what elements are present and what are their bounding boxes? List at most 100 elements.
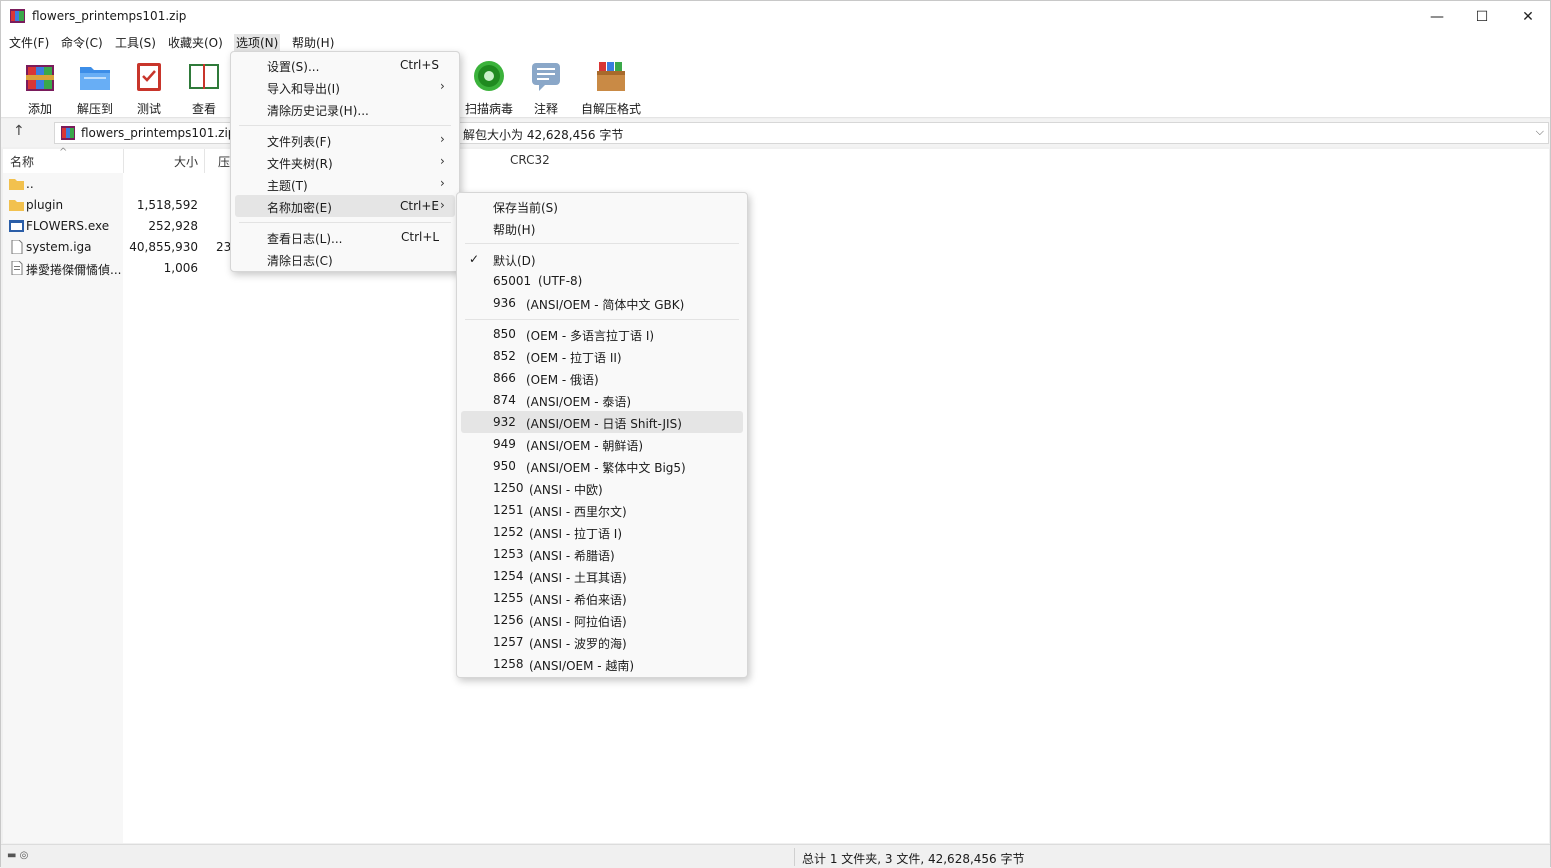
- comment-icon: [532, 63, 560, 91]
- menu-item-encoding-1258[interactable]: 1258 (ANSI/OEM - 越南): [461, 653, 743, 675]
- menu-item-save-current[interactable]: 保存当前(S): [461, 195, 743, 217]
- menu-item-import-export[interactable]: 导入和导出(I) ›: [235, 76, 455, 98]
- codepage-description: (ANSI - 希腊语): [529, 549, 615, 563]
- menu-item-settings[interactable]: 设置(S)... Ctrl+S: [235, 54, 455, 76]
- menu-item-folder-tree[interactable]: 文件夹树(R) ›: [235, 151, 455, 173]
- menu-item-encoding-1254[interactable]: 1254 (ANSI - 土耳其语): [461, 565, 743, 587]
- codepage-description: (ANSI - 波罗的海): [529, 637, 627, 651]
- codepage-description: (ANSI - 中欧): [529, 483, 603, 497]
- menu-item-name-encoding[interactable]: 名称加密(E) Ctrl+E ›: [235, 195, 455, 217]
- codepage-description: (ANSI/OEM - 泰语): [526, 395, 632, 409]
- menu-help[interactable]: 帮助(H): [290, 34, 336, 51]
- add-button[interactable]: 添加: [10, 57, 70, 116]
- menu-item-label: 名称加密(E): [267, 201, 332, 215]
- menu-item-encoding-1253[interactable]: 1253 (ANSI - 希腊语): [461, 543, 743, 565]
- archive-icon: [61, 126, 75, 140]
- codepage-description: (OEM - 多语言拉丁语 I): [526, 329, 655, 343]
- menu-item-help[interactable]: 帮助(H): [461, 217, 743, 239]
- menu-item-encoding-852[interactable]: 852 (OEM - 拉丁语 II): [461, 345, 743, 367]
- menu-item-encoding-1252[interactable]: 1252 (ANSI - 拉丁语 I): [461, 521, 743, 543]
- list-item-parent[interactable]: ..: [3, 174, 233, 195]
- menu-item-encoding-950[interactable]: 950 (ANSI/OEM - 繁体中文 Big5): [461, 455, 743, 477]
- column-header-name[interactable]: 名称: [10, 153, 34, 170]
- file-size: 40,855,930: [129, 240, 198, 254]
- close-button[interactable]: ✕: [1505, 1, 1551, 32]
- menu-item-encoding-65001[interactable]: 65001 (UTF-8): [461, 270, 743, 292]
- list-item-flowers-exe[interactable]: FLOWERS.exe 252,928: [3, 216, 233, 237]
- codepage-description: (ANSI/OEM - 朝鲜语): [526, 439, 644, 453]
- add-label: 添加: [27, 102, 52, 116]
- menu-item-theme[interactable]: 主题(T) ›: [235, 173, 455, 195]
- codepage-number: 1254: [493, 569, 524, 583]
- menu-item-shortcut: Ctrl+L: [401, 230, 440, 244]
- menu-bar: 文件(F) 命令(C) 工具(S) 收藏夹(O) 选项(N) 帮助(H): [1, 32, 1550, 52]
- file-size: 1,006: [163, 261, 198, 275]
- menu-tools[interactable]: 工具(S): [113, 34, 158, 51]
- codepage-number: 936: [493, 296, 516, 310]
- list-item-system-iga[interactable]: system.iga 40,855,930 23: [3, 237, 233, 258]
- chevron-right-icon: ›: [440, 176, 445, 190]
- menu-options[interactable]: 选项(N): [234, 34, 281, 51]
- menu-command[interactable]: 命令(C): [59, 34, 105, 51]
- menu-favorites[interactable]: 收藏夹(O): [166, 34, 225, 51]
- menu-item-view-log[interactable]: 查看日志(L)... Ctrl+L: [235, 226, 455, 248]
- codepage-number: 1257: [493, 635, 524, 649]
- menu-item-label: 设置(S)...: [267, 60, 320, 74]
- chevron-right-icon: ›: [440, 132, 445, 146]
- extract-to-button[interactable]: 解压到: [65, 57, 125, 116]
- codepage-number: 1256: [493, 613, 524, 627]
- menu-item-encoding-936[interactable]: 936 (ANSI/OEM - 简体中文 GBK): [461, 292, 743, 314]
- codepage-number: 850: [493, 327, 516, 341]
- column-separator[interactable]: [123, 149, 124, 173]
- status-bar: ▬ ◎ 总计 1 文件夹, 3 文件, 42,628,456 字节: [1, 844, 1550, 868]
- menu-item-encoding-1251[interactable]: 1251 (ANSI - 西里尔文): [461, 499, 743, 521]
- chevron-right-icon: ›: [440, 198, 445, 212]
- codepage-number: 1250: [493, 481, 524, 495]
- codepage-number: 950: [493, 459, 516, 473]
- column-header-crc32[interactable]: CRC32: [510, 153, 550, 167]
- codepage-number: 1258: [493, 657, 524, 671]
- menu-item-encoding-1255[interactable]: 1255 (ANSI - 希伯来语): [461, 587, 743, 609]
- exe-icon: [9, 220, 24, 232]
- menu-item-file-list[interactable]: 文件列表(F) ›: [235, 129, 455, 151]
- menu-item-encoding-default[interactable]: ✓ 默认(D): [461, 248, 743, 270]
- menu-item-clear-log[interactable]: 清除日志(C): [235, 248, 455, 270]
- comment-button[interactable]: 注释: [516, 57, 576, 116]
- list-item-plugin[interactable]: plugin 1,518,592: [3, 195, 233, 216]
- extract-folder-icon: [80, 67, 110, 90]
- checkmark-icon: ✓: [469, 252, 480, 266]
- menu-item-encoding-1250[interactable]: 1250 (ANSI - 中欧): [461, 477, 743, 499]
- codepage-number: 65001: [493, 274, 532, 288]
- view-button[interactable]: 查看: [174, 57, 234, 116]
- winrar-window: flowers_printemps101.zip — ☐ ✕ 文件(F) 命令(…: [0, 0, 1551, 868]
- menu-file[interactable]: 文件(F): [7, 34, 51, 51]
- codepage-number: 866: [493, 371, 516, 385]
- virus-scan-button[interactable]: 扫描病毒: [459, 57, 519, 116]
- list-item-text-file[interactable]: 搼愛捲傑儞憰偵... 1,006: [3, 258, 233, 279]
- status-separator: [794, 848, 795, 866]
- menu-item-encoding-949[interactable]: 949 (ANSI/OEM - 朝鲜语): [461, 433, 743, 455]
- column-header-size[interactable]: 大小: [174, 153, 198, 170]
- menu-item-label: 查看日志(L)...: [267, 232, 343, 246]
- title-bar: flowers_printemps101.zip — ☐ ✕: [1, 1, 1550, 32]
- menu-item-label: 帮助(H): [493, 223, 536, 237]
- menu-item-encoding-874[interactable]: 874 (ANSI/OEM - 泰语): [461, 389, 743, 411]
- test-button[interactable]: 测试: [119, 57, 179, 116]
- drive-icon[interactable]: ▬ ◎: [7, 850, 28, 861]
- sfx-button[interactable]: 自解压格式: [579, 57, 643, 116]
- menu-item-encoding-932[interactable]: 932 (ANSI/OEM - 日语 Shift-JIS): [461, 411, 743, 433]
- menu-item-encoding-1256[interactable]: 1256 (ANSI - 阿拉伯语): [461, 609, 743, 631]
- column-separator[interactable]: [204, 149, 205, 173]
- up-arrow-icon[interactable]: ↑: [13, 123, 25, 139]
- column-header-packed[interactable]: 压: [218, 153, 230, 170]
- codepage-description: (ANSI - 阿拉伯语): [529, 615, 627, 629]
- codepage-number: 1252: [493, 525, 524, 539]
- menu-item-label: 文件列表(F): [267, 135, 332, 149]
- menu-item-encoding-866[interactable]: 866 (OEM - 俄语): [461, 367, 743, 389]
- maximize-button[interactable]: ☐: [1459, 1, 1505, 32]
- menu-item-encoding-850[interactable]: 850 (OEM - 多语言拉丁语 I): [461, 323, 743, 345]
- chevron-down-icon[interactable]: ⌵: [1536, 125, 1544, 139]
- minimize-button[interactable]: —: [1414, 1, 1460, 32]
- menu-item-encoding-1257[interactable]: 1257 (ANSI - 波罗的海): [461, 631, 743, 653]
- menu-item-clear-history[interactable]: 清除历史记录(H)...: [235, 98, 455, 120]
